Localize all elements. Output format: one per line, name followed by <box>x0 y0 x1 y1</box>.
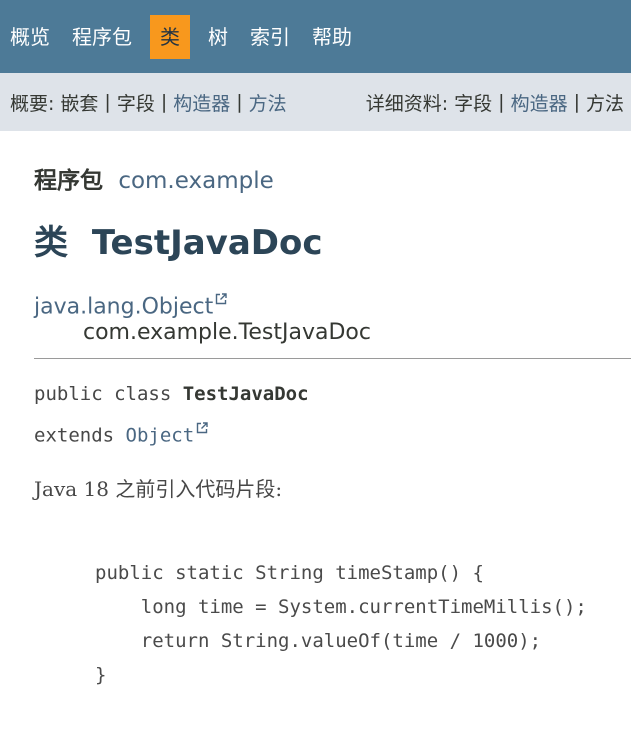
summary-nav: 概要: 嵌套 | 字段 | 构造器 | 方法 <box>10 89 287 116</box>
page-title: 类 TestJavaDoc <box>34 215 631 264</box>
class-description: Java 18 之前引入代码片段: <box>34 476 283 501</box>
nav-index-link[interactable]: 索引 <box>250 15 290 59</box>
detail-nav: 详细资料: 字段 | 构造器 | 方法 <box>366 89 624 116</box>
detail-field-text: 字段 <box>454 92 493 115</box>
inheritance-tree: java.lang.Object com.example.TestJavaDoc <box>34 286 631 345</box>
nav-package-link[interactable]: 程序包 <box>72 15 132 59</box>
class-signature: public class TestJavaDoc extends Object <box>34 377 631 452</box>
separator: | <box>160 91 168 113</box>
code-line: public static String timeStamp() { <box>95 561 484 584</box>
nav-class-tab-active[interactable]: 类 <box>150 14 190 59</box>
sub-navigation-bar: 概要: 嵌套 | 字段 | 构造器 | 方法 详细资料: 字段 | 构造器 | … <box>0 73 631 131</box>
code-line: long time = System.currentTimeMillis(); <box>95 595 587 618</box>
separator: | <box>236 91 243 113</box>
class-name-heading: TestJavaDoc <box>91 223 323 263</box>
detail-method-text: 方法 <box>585 92 624 115</box>
code-snippet: public static String timeStamp() { long … <box>95 556 631 692</box>
superclass-link[interactable]: Object <box>126 425 195 447</box>
summary-nested-text: 嵌套 <box>60 92 99 115</box>
external-link-icon <box>196 411 208 445</box>
external-link-icon <box>215 286 227 311</box>
nav-tree-link[interactable]: 树 <box>208 15 228 59</box>
nav-overview-link[interactable]: 概览 <box>10 15 50 59</box>
summary-field-text: 字段 <box>116 92 155 115</box>
summary-method-link[interactable]: 方法 <box>249 89 287 116</box>
signature-type-name: TestJavaDoc <box>182 383 309 406</box>
separator: | <box>498 91 505 113</box>
package-link[interactable]: com.example <box>118 168 273 194</box>
package-label: 程序包 <box>34 168 103 194</box>
class-kind-label: 类 <box>34 223 68 263</box>
code-line: } <box>95 663 107 686</box>
signature-extends: extends <box>34 424 126 447</box>
detail-constructor-link[interactable]: 构造器 <box>511 89 568 116</box>
parent-class-link[interactable]: java.lang.Object <box>34 294 213 319</box>
section-divider <box>34 358 631 360</box>
nav-help-link[interactable]: 帮助 <box>312 15 352 59</box>
separator: | <box>104 91 111 113</box>
signature-modifiers: public class <box>34 383 183 406</box>
summary-label: 概要: <box>10 92 55 115</box>
summary-constructor-link[interactable]: 构造器 <box>173 89 230 116</box>
top-navigation-bar: 概览 程序包 类 树 索引 帮助 <box>0 0 631 73</box>
package-line: 程序包 com.example <box>34 161 631 195</box>
separator: | <box>573 91 580 113</box>
main-content: 程序包 com.example 类 TestJavaDoc java.lang.… <box>0 161 631 692</box>
detail-label: 详细资料: <box>365 92 449 115</box>
current-class-name: com.example.TestJavaDoc <box>83 320 371 346</box>
code-line: return String.valueOf(time / 1000); <box>95 629 542 652</box>
